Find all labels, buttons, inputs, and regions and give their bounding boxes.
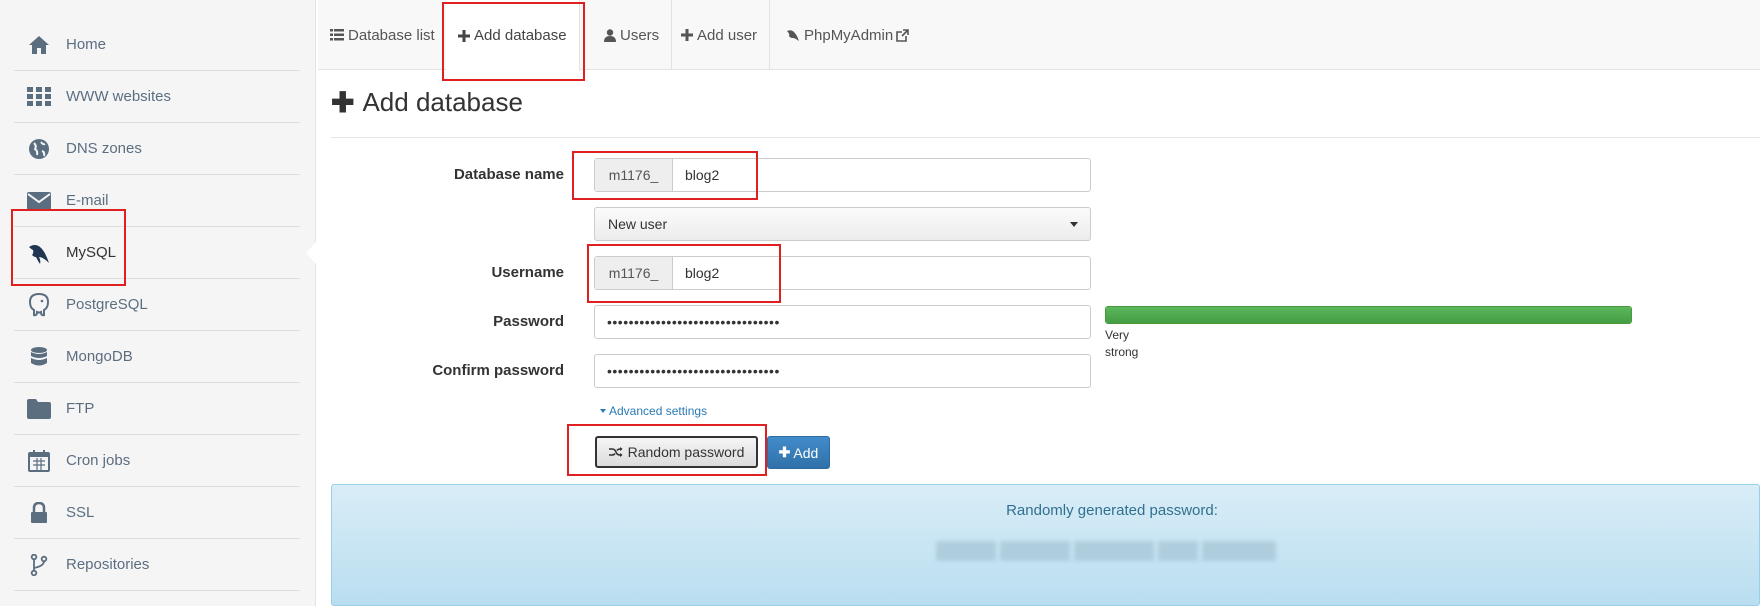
database-name-prefix: m1176_ [595,159,673,191]
plus-icon: ✚ [331,87,355,118]
database-name-label: Database name [453,166,564,183]
username-prefix: m1176_ [595,257,673,289]
strength-line-1: Very [1105,328,1130,342]
sidebar-item-label: Repositories [66,556,150,573]
page-title: ✚ Add database [331,86,523,119]
page-title-text: Add database [362,87,523,117]
plus-icon [458,29,470,42]
title-divider [331,137,1760,138]
tab-add-database[interactable]: Add database [446,0,580,71]
sidebar-item-label: Home [66,36,107,53]
sidebar-item-label: FTP [66,400,95,417]
caret-down-icon [600,409,606,413]
tab-label: Add database [474,27,567,44]
external-link-icon [896,28,910,42]
sidebar-item-mysql[interactable]: MySQL [14,227,300,279]
sidebar-item-label: Cron jobs [66,452,131,469]
username-input[interactable] [673,257,1090,289]
tab-label: Database list [348,26,435,44]
password-label: Password [493,313,564,330]
password-input[interactable]: •••••••••••••••••••••••••••••••• [594,305,1091,339]
user-select[interactable]: New user [594,207,1091,241]
blurred-generated-password [936,541,1276,561]
confirm-password-label: Confirm password [432,362,564,379]
advanced-settings-label: Advanced settings [609,404,708,418]
sidebar-item-repositories[interactable]: Repositories [14,539,300,591]
sidebar-item-postgresql[interactable]: PostgreSQL [14,279,300,331]
user-select-value: New user [608,216,668,232]
active-item-pointer [306,241,317,265]
envelope-icon [27,189,51,213]
tab-database-list[interactable]: Database list [318,0,448,70]
password-strength-fill [1106,307,1631,323]
sidebar-item-ftp[interactable]: FTP [14,383,300,435]
generated-password-panel: Randomly generated password: [331,484,1760,606]
shuffle-icon [608,446,623,458]
username-label: Username [491,264,564,281]
password-strength-text: Very strong [1105,327,1165,361]
sidebar: Home WWW websites DNS zones E-mail MySQL [0,0,316,606]
sidebar-item-label: SSL [66,504,95,521]
postgresql-elephant-icon [27,292,51,317]
tab-add-user[interactable]: Add user [669,0,771,70]
sidebar-item-www-websites[interactable]: WWW websites [14,71,300,123]
tab-phpmyadmin[interactable]: PhpMyAdmin [774,0,925,70]
database-name-field: m1176_ [594,158,1091,192]
database-name-input[interactable] [673,159,1090,191]
sidebar-item-label: DNS zones [66,140,142,157]
sidebar-item-label: E-mail [66,192,109,209]
home-icon [27,33,51,57]
advanced-settings-link[interactable]: Advanced settings [600,404,707,418]
calendar-icon [27,449,51,473]
tab-label: PhpMyAdmin [804,26,894,44]
sidebar-item-label: WWW websites [66,88,171,105]
grid-icon [27,85,51,109]
random-password-label: Random password [627,444,745,460]
lock-icon [27,501,51,525]
confirm-password-input[interactable]: •••••••••••••••••••••••••••••••• [594,354,1091,388]
database-icon [27,345,51,369]
sidebar-item-email[interactable]: E-mail [14,175,300,227]
strength-line-2: strong [1105,345,1139,359]
tab-label: Add user [697,26,758,44]
add-button-label: Add [793,444,819,461]
tab-label: Users [620,26,660,44]
tab-users[interactable]: Users [592,0,673,70]
mysql-dolphin-icon [27,241,51,265]
sidebar-item-mongodb[interactable]: MongoDB [14,331,300,383]
generated-password-title: Randomly generated password: [1006,502,1218,519]
sidebar-item-dns-zones[interactable]: DNS zones [14,123,300,175]
git-branch-icon [27,553,51,577]
tab-bar: Database list Add database Users Add use… [318,0,1760,71]
list-icon [330,29,344,41]
folder-icon [27,397,51,421]
random-password-button[interactable]: Random password [595,436,758,468]
sidebar-item-label: PostgreSQL [66,296,148,313]
phpmyadmin-icon [786,29,800,42]
sidebar-item-ssl[interactable]: SSL [14,487,300,539]
sidebar-item-cron-jobs[interactable]: Cron jobs [14,435,300,487]
globe-icon [27,137,51,161]
sidebar-item-home[interactable]: Home [14,19,300,71]
plus-icon [681,29,693,41]
user-icon [604,28,616,42]
sidebar-item-label: MongoDB [66,348,133,365]
password-strength-bar [1105,306,1632,324]
plus-icon: ✚ [778,444,791,460]
add-button[interactable]: ✚ Add [767,436,830,469]
sidebar-item-label: MySQL [66,244,117,261]
caret-down-icon [1070,222,1078,227]
username-field: m1176_ [594,256,1091,290]
